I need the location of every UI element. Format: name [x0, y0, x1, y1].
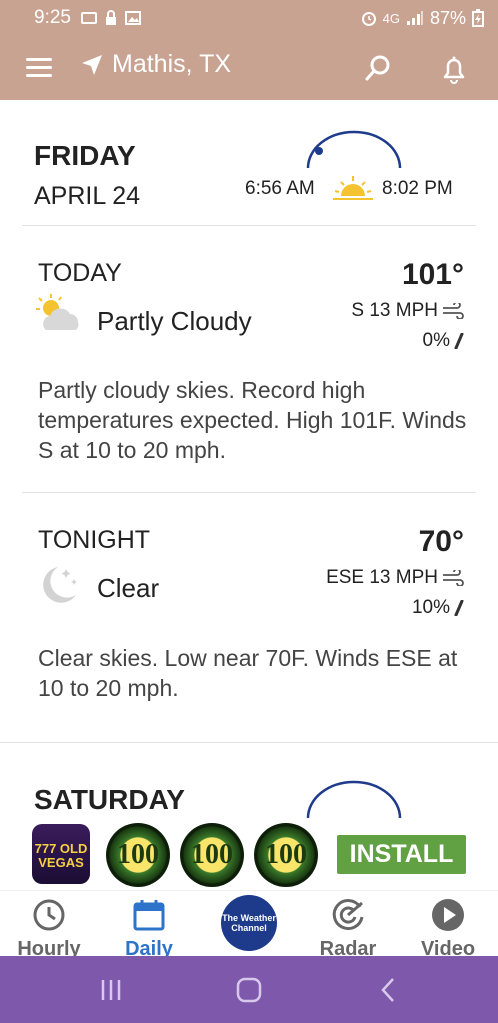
nav-hourly[interactable]: Hourly: [9, 891, 89, 960]
partly-cloudy-icon: [36, 294, 79, 330]
system-navigation-bar: [0, 956, 498, 1023]
raindrop-icon: [454, 600, 464, 616]
period-temperature: 101°: [401, 258, 464, 291]
raindrop-icon: [454, 333, 464, 349]
hamburger-menu-icon[interactable]: [26, 58, 52, 78]
back-icon[interactable]: [374, 976, 404, 1004]
moon-clear-icon: [43, 567, 77, 603]
sunset-time: 8:02 PM: [382, 178, 453, 199]
ad-coin-image[interactable]: 100: [180, 823, 244, 887]
next-day-name: SATURDAY: [34, 784, 185, 815]
weather-channel-logo[interactable]: The Weather Channel: [221, 895, 277, 951]
wind-speed: ESE 13 MPH: [326, 567, 438, 588]
nav-daily[interactable]: Daily: [109, 891, 189, 960]
wind-speed: S 13 MPH: [351, 300, 438, 321]
ad-coin-image[interactable]: 100: [254, 823, 318, 887]
precip-chance: 0%: [422, 330, 450, 351]
period-condition: Partly Cloudy: [97, 306, 252, 336]
divider: [0, 742, 498, 743]
period-label: TONIGHT: [38, 526, 151, 554]
ad-coin-image[interactable]: 100: [106, 823, 170, 887]
notification-bell-icon[interactable]: [440, 54, 468, 84]
tonight-forecast[interactable]: TONIGHT 70° Clear ESE 13 MPH 10% Clear s…: [0, 493, 498, 743]
signal-icon: [406, 11, 423, 25]
status-time: 9:25: [34, 7, 71, 28]
sun-path-arc: [306, 130, 402, 169]
network-type: 4G: [382, 10, 400, 26]
search-icon[interactable]: [364, 54, 392, 82]
home-icon[interactable]: [234, 976, 264, 1004]
sunrise-sun-icon: [333, 176, 373, 200]
nav-radar[interactable]: Radar: [308, 891, 388, 960]
battery-charging-icon: [472, 9, 484, 27]
lock-notification-icon: [105, 10, 116, 25]
ad-logo-text: 777 OLD VEGAS: [34, 841, 88, 870]
recent-apps-icon[interactable]: [96, 976, 126, 1004]
today-forecast[interactable]: TODAY 101° Partly Cloudy S 13 MPH 0% Par…: [0, 226, 498, 492]
sun-path-arc: [306, 780, 402, 819]
nav-video[interactable]: Video: [408, 891, 488, 960]
clock-icon: [33, 899, 65, 931]
precip-info: 0%: [423, 330, 464, 352]
location-selector[interactable]: Mathis, TX: [80, 50, 231, 79]
play-icon: [432, 899, 464, 931]
day-name: FRIDAY: [34, 140, 136, 171]
wind-icon: [443, 570, 464, 586]
period-label: TODAY: [38, 259, 122, 287]
day-date: APRIL 24: [34, 182, 141, 210]
app-header: Mathis, TX: [0, 36, 498, 100]
precip-chance: 10%: [411, 597, 450, 618]
location-arrow-icon: [82, 54, 102, 75]
location-name: Mathis, TX: [112, 50, 232, 78]
radar-icon: [332, 899, 364, 931]
ad-game-logo[interactable]: 777 OLD VEGAS: [32, 824, 90, 884]
period-description: Partly cloudy skies. Record high tempera…: [38, 377, 467, 463]
sunrise-time: 6:56 AM: [245, 178, 315, 199]
install-button[interactable]: INSTALL: [337, 835, 466, 874]
precip-info: 10%: [412, 597, 464, 619]
wind-info: ESE 13 MPH: [326, 567, 464, 589]
period-condition: Clear: [97, 573, 160, 603]
image-notification-icon: [124, 11, 141, 25]
status-bar: 9:25 4G 87%: [0, 0, 498, 36]
alarm-icon: [361, 12, 376, 26]
calendar-icon: [133, 900, 165, 931]
bottom-navigation: Hourly Daily The Weather Channel Radar V…: [0, 890, 498, 960]
ad-banner[interactable]: 777 OLD VEGAS 100 100 100 INSTALL: [28, 820, 470, 888]
video-notification-icon: [80, 12, 97, 24]
period-temperature: 70°: [418, 525, 464, 558]
wind-icon: [443, 303, 464, 319]
period-description: Clear skies. Low near 70F. Winds ESE at …: [38, 645, 458, 701]
battery-level: 87%: [429, 7, 466, 28]
wind-info: S 13 MPH: [351, 300, 464, 322]
day-header: FRIDAY APRIL 24 6:56 AM 8:02 PM: [0, 100, 498, 226]
